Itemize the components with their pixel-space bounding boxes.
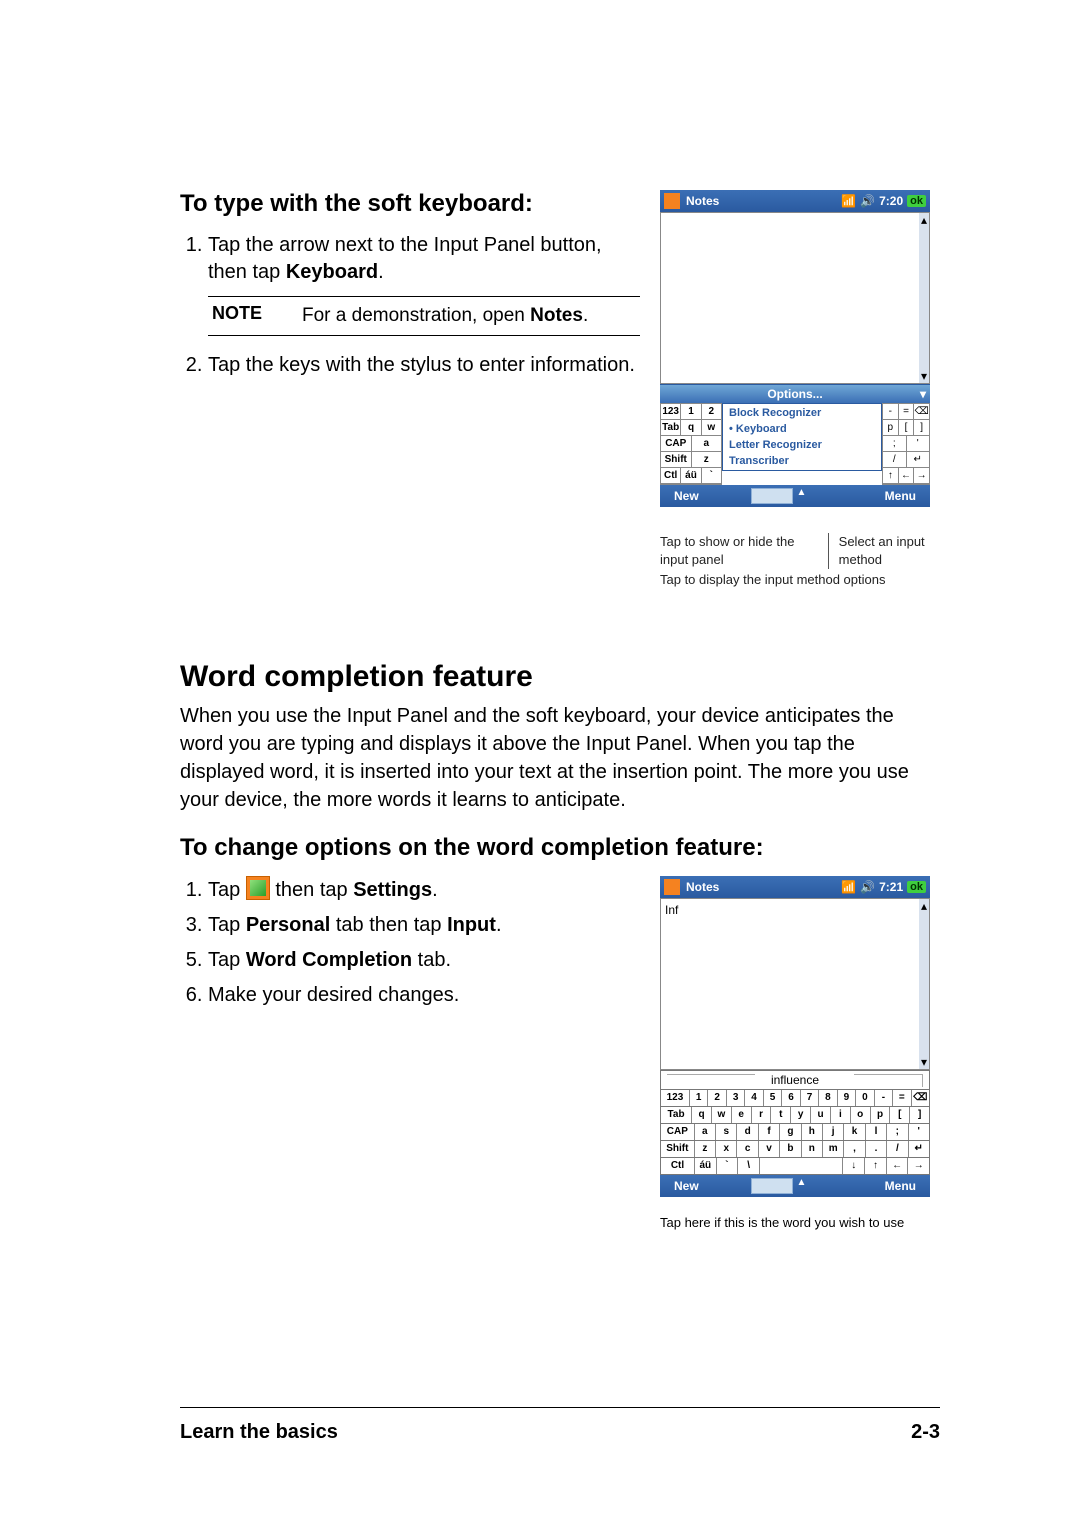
speaker-icon: 🔊 [860,194,875,208]
clock-time: 7:20 [879,194,903,208]
step-1: Tap the arrow next to the Input Panel bu… [208,232,640,286]
menu-button[interactable]: Menu [871,489,930,503]
pda-titlebar-2[interactable]: Notes 📶 🔊 7:21 ok [660,876,930,898]
caption-display-options: Tap to display the input method options [660,571,940,589]
note-text-a: For a demonstration, open [302,305,530,326]
wc-step-3: Tap Personal tab then tap Input. [208,912,632,939]
notes-canvas[interactable]: ▴ ▾ [660,212,930,384]
menu-item-keyboard[interactable]: Keyboard [723,421,881,437]
note-box: NOTE For a demonstration, open Notes. [208,296,640,336]
scroll-up-icon[interactable]: ▴ [921,899,927,913]
menu-item-letter-recognizer[interactable]: Letter Recognizer [723,437,881,453]
scroll-down-icon[interactable]: ▾ [921,369,927,383]
step-1-text-a: Tap the arrow next to the Input Panel bu… [208,234,602,283]
menu-button[interactable]: Menu [871,1179,930,1193]
note-text-bold: Notes [530,305,583,326]
word-completion-paragraph: When you use the Input Panel and the sof… [180,702,940,814]
soft-keyboard-heading: To type with the soft keyboard: [180,190,640,218]
ok-button[interactable]: ok [907,195,926,207]
step-1-text-b: . [378,261,384,283]
input-panel-toggle-icon[interactable] [751,1178,793,1194]
new-button[interactable]: New [660,1179,713,1193]
typed-text: Inf [665,903,678,917]
word-completion-heading: Word completion feature [180,660,940,694]
step-2: Tap the keys with the stylus to enter in… [208,352,640,379]
signal-icon: 📶 [841,194,856,208]
footer-page-number: 2-3 [911,1421,940,1444]
change-options-heading: To change options on the word completion… [180,834,940,862]
app-icon[interactable] [664,879,680,895]
note-label: NOTE [212,303,282,329]
speaker-icon: 🔊 [860,880,875,894]
word-suggestion[interactable]: influence [771,1073,819,1087]
signal-icon: 📶 [841,880,856,894]
ok-button[interactable]: ok [907,881,926,893]
device-screenshot-2: Notes 📶 🔊 7:21 ok Inf ▴ ▾ [660,876,930,1197]
footer-rule [180,1407,940,1408]
soft-keyboard-steps: Tap the arrow next to the Input Panel bu… [180,232,640,286]
scroll-down-icon[interactable]: ▾ [921,1055,927,1069]
clock-time: 7:21 [879,880,903,894]
start-icon [246,876,270,900]
input-options-label: Options... [767,387,822,401]
figure2-caption: Tap here if this is the word you wish to… [660,1215,940,1230]
menu-item-block-recognizer[interactable]: Block Recognizer [723,405,881,421]
dropdown-arrow-icon[interactable]: ▾ [920,385,926,403]
keyboard-left-fragment[interactable]: 12312 Tabqw CAPa Shiftz Ctláü` [660,403,722,485]
scrollbar[interactable]: ▴ ▾ [919,213,929,383]
step-1-bold: Keyboard [286,261,378,283]
app-title: Notes [686,880,719,894]
caption-select-method: Select an input method [828,533,940,569]
wc-step-6: Make your desired changes. [208,982,632,1009]
pda-titlebar[interactable]: Notes 📶 🔊 7:20 ok [660,190,930,212]
input-options-button[interactable]: Options... ▾ [660,384,930,403]
notes-canvas-2[interactable]: Inf ▴ ▾ [660,898,930,1070]
note-text-b: . [583,305,588,326]
input-method-menu[interactable]: Block Recognizer Keyboard Letter Recogni… [722,403,882,471]
keyboard-right-fragment[interactable]: -=⌫ p[] ;' /↵ ↑←→ [882,403,930,485]
word-completion-steps: Tap then tap Settings. Tap Personal tab … [180,876,632,1009]
wc-step-1: Tap then tap Settings. [208,876,632,904]
caption-show-hide: Tap to show or hide the input panel [660,533,814,569]
scrollbar[interactable]: ▴ ▾ [919,899,929,1069]
soft-keyboard[interactable]: influence 1231234567890-=⌫ Tabqwertyuiop… [660,1070,930,1175]
figure1-captions: Tap to show or hide the input panel Sele… [660,533,940,590]
note-text: For a demonstration, open Notes. [302,303,588,329]
footer-chapter-title: Learn the basics [180,1421,338,1444]
scroll-up-icon[interactable]: ▴ [921,213,927,227]
device-screenshot-1: Notes 📶 🔊 7:20 ok ▴ ▾ Options... [660,190,930,507]
soft-keyboard-steps-cont: Tap the keys with the stylus to enter in… [180,352,640,379]
input-panel-toggle-icon[interactable] [751,488,793,504]
new-button[interactable]: New [660,489,713,503]
app-title: Notes [686,194,719,208]
wc-step-5: Tap Word Completion tab. [208,947,632,974]
menu-item-transcriber[interactable]: Transcriber [723,453,881,469]
app-icon[interactable] [664,193,680,209]
